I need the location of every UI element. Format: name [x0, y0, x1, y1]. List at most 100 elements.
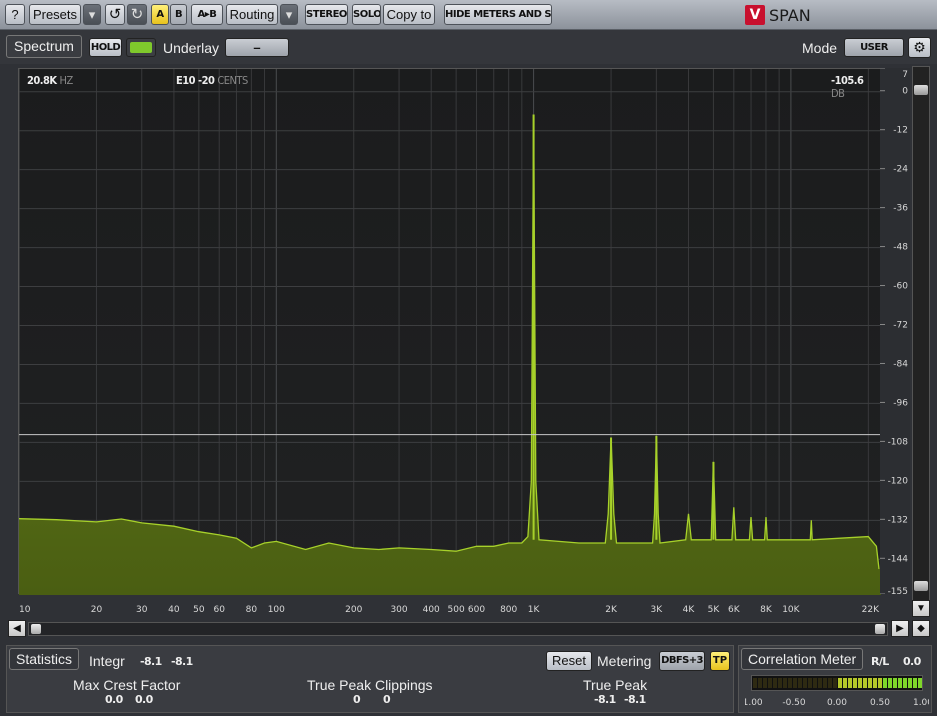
freq-tick-label: 22K	[862, 605, 880, 615]
correlation-segment	[918, 678, 922, 688]
max-crest-label: Max Crest Factor	[73, 677, 181, 693]
tab-spectrum[interactable]: Spectrum	[6, 35, 82, 58]
db-tick-label: -72	[893, 321, 908, 331]
metering-label: Metering	[597, 653, 652, 669]
a-to-b-button[interactable]: A▸B	[191, 4, 223, 25]
correlation-segment	[813, 678, 817, 688]
preset-b-button[interactable]: B	[170, 4, 187, 25]
freq-tick-label: 8K	[760, 605, 773, 615]
note-readout: E10 -20 CENTS	[176, 74, 248, 87]
correlation-segment	[908, 678, 912, 688]
correlation-segment	[883, 678, 887, 688]
freq-tick-label: 100	[268, 605, 285, 615]
freq-tick-label: 60	[213, 605, 225, 615]
correlation-segment	[763, 678, 767, 688]
hold-button[interactable]: HOLD	[89, 38, 122, 57]
copy-to-button[interactable]: Copy to	[383, 4, 435, 25]
correlation-segment	[778, 678, 782, 688]
correlation-segment	[788, 678, 792, 688]
plot-background	[19, 69, 881, 595]
db-tick-label: -120	[888, 476, 909, 486]
solo-button[interactable]: SOLO	[352, 4, 381, 25]
correlation-segment	[803, 678, 807, 688]
db-tick-label: -96	[893, 398, 908, 408]
vertical-range-bottom-handle[interactable]	[914, 581, 928, 591]
correlation-segment	[783, 678, 787, 688]
spectrum-plot[interactable]: 20.8K HZ E10 -20 CENTS -105.6 DB	[18, 68, 881, 595]
correlation-segment	[858, 678, 862, 688]
freq-tick-label: 300	[390, 605, 407, 615]
diamond-icon[interactable]: ◆	[912, 620, 930, 637]
frequency-axis: 10 20 30 40 50 60 80 100 200 300 400 500 600 800 1K 2K 3…	[18, 600, 884, 618]
correlation-scale-graphic: -1.00 -0.50 0.00 0.50 1.00	[739, 698, 933, 708]
scroll-down-icon[interactable]: ▼	[912, 600, 930, 617]
correlation-segment	[903, 678, 907, 688]
true-peak-clippings-label: True Peak Clippings	[307, 677, 433, 693]
scroll-left-icon[interactable]: ◀	[8, 620, 26, 637]
correlation-scale-label: 1.00	[913, 698, 929, 708]
freq-tick-label: 20	[91, 605, 103, 615]
scroll-right-icon[interactable]: ▶	[891, 620, 909, 637]
freq-tick-label: 5K	[708, 605, 721, 615]
vertical-range-top-handle[interactable]	[914, 85, 928, 95]
vertical-scrollbar[interactable]	[912, 66, 930, 616]
rl-value: 0.0	[903, 655, 921, 668]
correlation-segment	[868, 678, 872, 688]
freq-tick-label: 600	[468, 605, 485, 615]
tp-clippings-left-value: 0	[353, 693, 361, 706]
correlation-scale-label: -0.50	[782, 698, 806, 708]
correlation-segment	[808, 678, 812, 688]
correlation-segment	[898, 678, 902, 688]
correlation-segment	[913, 678, 917, 688]
level-readout-value: -105.6	[831, 74, 864, 87]
integr-right-value: -8.1	[171, 655, 193, 668]
underlay-select[interactable]: –	[225, 38, 289, 57]
db-tick-label: -144	[888, 554, 909, 564]
correlation-segment	[768, 678, 772, 688]
horizontal-scrollbar[interactable]	[28, 622, 888, 636]
level-readout: -105.6 DB	[831, 74, 879, 100]
gear-icon[interactable]: ⚙	[908, 37, 931, 58]
correlation-scale-label: 0.00	[827, 698, 847, 708]
db-tick-label: -36	[893, 204, 908, 214]
tab-statistics[interactable]: Statistics	[9, 648, 80, 670]
frequency-axis-graphic: 10 20 30 40 50 60 80 100 200 300 400 500 600 800 1K 2K 3…	[19, 605, 880, 615]
horizontal-range-left-handle[interactable]	[31, 624, 41, 634]
presets-dropdown-icon[interactable]: ▾	[83, 4, 101, 25]
presets-button[interactable]: Presets	[29, 4, 81, 25]
undo-icon[interactable]: ↺	[105, 4, 125, 25]
correlation-segment	[833, 678, 837, 688]
correlation-meter-graphic	[753, 678, 922, 688]
freq-tick-label: 80	[246, 605, 258, 615]
routing-dropdown-icon[interactable]: ▾	[280, 4, 298, 25]
spectrum-header: Spectrum HOLD Underlay – Mode USER ⚙	[0, 30, 937, 64]
hold-led-indicator	[130, 42, 152, 53]
reset-button[interactable]: Reset	[546, 651, 592, 671]
freq-readout-unit: HZ	[59, 74, 74, 87]
freq-tick-label: 200	[345, 605, 362, 615]
stereo-button[interactable]: STEREO	[305, 4, 348, 25]
mode-select[interactable]: USER	[844, 38, 904, 57]
correlation-segment	[828, 678, 832, 688]
spectrum-graph	[19, 69, 881, 595]
hold-toggle[interactable]	[126, 38, 156, 57]
freq-tick-label: 4K	[683, 605, 696, 615]
db-tick-label: -48	[893, 243, 908, 253]
max-crest-left-value: 0.0	[105, 693, 123, 706]
correlation-segment	[843, 678, 847, 688]
max-crest-right-value: 0.0	[135, 693, 153, 706]
hide-meters-button[interactable]: HIDE METERS AND STATS	[444, 4, 552, 25]
help-button[interactable]: ?	[5, 4, 25, 25]
preset-a-button[interactable]: A	[151, 4, 169, 25]
tab-correlation-meter[interactable]: Correlation Meter	[741, 648, 864, 670]
top-toolbar: ? Presets ▾ ↺ ↻ A B A▸B Routing ▾ STEREO…	[0, 0, 937, 30]
true-peak-toggle[interactable]: TP	[710, 651, 730, 671]
horizontal-range-right-handle[interactable]	[875, 624, 885, 634]
true-peak-left-value: -8.1	[594, 693, 616, 706]
correlation-segment	[758, 678, 762, 688]
redo-icon[interactable]: ↻	[127, 4, 147, 25]
routing-button[interactable]: Routing	[226, 4, 278, 25]
correlation-segment	[878, 678, 882, 688]
db-axis: 7 0 -12 -24 -36 -48 -60 -72 -84 -96 -108 -120 -132 -1…	[880, 68, 910, 594]
metering-select[interactable]: DBFS+3	[659, 651, 705, 671]
